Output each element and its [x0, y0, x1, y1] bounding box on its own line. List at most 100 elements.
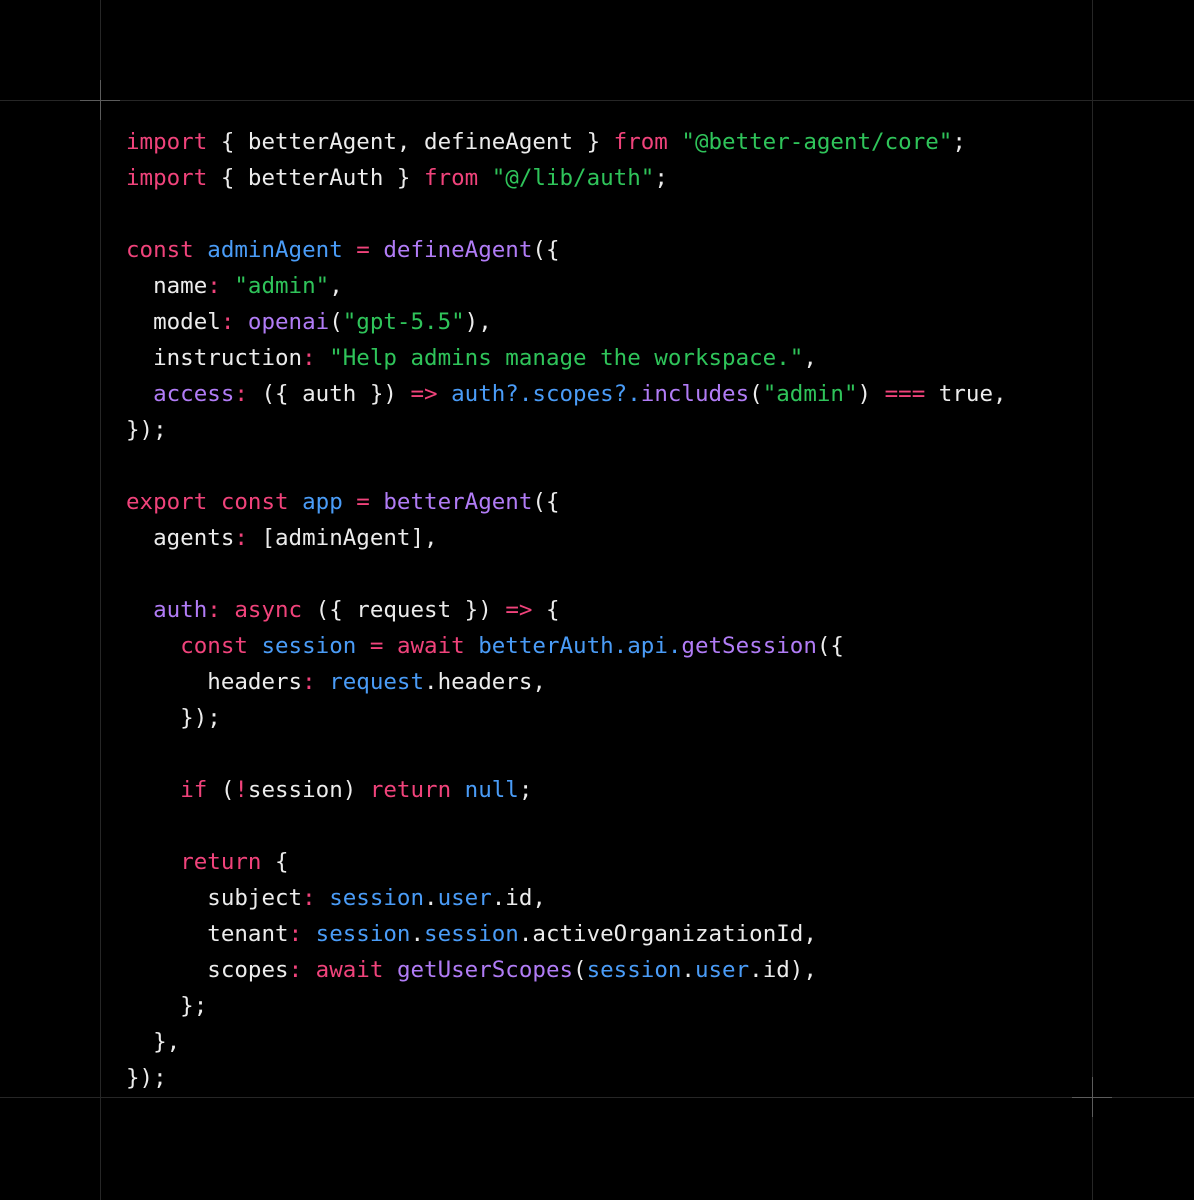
code-line: tenant: session.session.activeOrganizati… — [126, 916, 1076, 952]
code-token-plain: ; — [654, 165, 668, 191]
code-token-keyword: if — [180, 777, 208, 803]
code-token-keyword: = — [356, 237, 370, 263]
code-block: import { betterAgent, defineAgent } from… — [126, 124, 1076, 1096]
code-token-ident: betterAuth.api. — [478, 633, 682, 659]
code-token-string: "Help admins manage the workspace." — [329, 345, 804, 371]
code-token-plain: .id), — [749, 957, 817, 983]
code-token-plain: }); — [126, 1065, 167, 1091]
code-line: }); — [126, 700, 1076, 736]
code-token-keyword: import — [126, 165, 208, 191]
code-token-keyword: => — [410, 381, 438, 407]
code-token-ident: auth?.scopes?. — [451, 381, 641, 407]
code-token-ident: null — [464, 777, 519, 803]
code-line: export const app = betterAgent({ — [126, 484, 1076, 520]
code-token-plain: ; — [518, 777, 533, 803]
code-token-func: defineAgent — [383, 237, 533, 263]
code-token-ident: request — [329, 669, 425, 695]
code-token-plain: }); — [126, 705, 221, 731]
code-line: if (!session) return null; — [126, 772, 1076, 808]
code-token-plain: ) — [857, 381, 885, 407]
code-token-keyword: const — [126, 237, 194, 263]
code-token-keyword: export — [126, 489, 208, 515]
code-token-string: "@/lib/auth" — [491, 165, 655, 191]
code-line: subject: session.user.id, — [126, 880, 1076, 916]
code-line: headers: request.headers, — [126, 664, 1076, 700]
code-line: import { betterAgent, defineAgent } from… — [126, 124, 1076, 160]
code-token-keyword: : — [234, 381, 248, 407]
code-token-plain: instruction — [126, 345, 303, 371]
code-line: }, — [126, 1024, 1076, 1060]
code-token-plain: ({ request }) — [302, 597, 506, 623]
code-token-keyword: = — [356, 489, 370, 515]
code-token-keyword: = — [369, 633, 384, 659]
code-token-plain: , — [329, 273, 343, 299]
code-token-keyword: await — [396, 633, 465, 659]
code-token-func: getUserScopes — [396, 957, 574, 983]
code-line: }); — [126, 1060, 1076, 1096]
code-token-ident: session — [261, 633, 357, 659]
code-token-keyword: from — [424, 165, 479, 191]
code-token-plain: tenant — [126, 921, 289, 947]
code-token-plain: .activeOrganizationId, — [518, 921, 817, 947]
code-token-func: includes — [640, 381, 750, 407]
code-token-keyword: : — [288, 921, 303, 947]
code-token-ident: session — [586, 957, 682, 983]
code-token-ident: session — [424, 921, 519, 947]
code-line: const adminAgent = defineAgent({ — [126, 232, 1076, 268]
code-token-plain: ( — [573, 957, 587, 983]
code-token-keyword: : — [302, 669, 316, 695]
code-token-func: getSession — [681, 633, 817, 659]
code-token-plain: agents — [126, 525, 235, 551]
code-token-plain: ({ — [532, 237, 560, 263]
code-token-plain: ( — [749, 381, 763, 407]
code-token-string: "gpt-5.5" — [342, 309, 465, 335]
code-token-ident: user — [694, 957, 750, 983]
code-token-plain: ; — [952, 129, 966, 155]
code-token-plain: scopes — [126, 957, 289, 983]
code-token-plain: .headers, — [424, 669, 546, 695]
code-line: import { betterAuth } from "@/lib/auth"; — [126, 160, 1076, 196]
code-token-func: auth — [126, 597, 208, 623]
code-token-plain: [adminAgent], — [247, 525, 438, 551]
guide-line-left — [100, 0, 101, 1200]
code-token-plain: ({ auth }) — [247, 381, 411, 407]
code-token-plain: subject — [126, 885, 303, 911]
code-token-keyword: : — [234, 525, 248, 551]
code-token-func: openai — [247, 309, 330, 335]
code-token-ident: user — [437, 885, 492, 911]
code-line: return { — [126, 844, 1076, 880]
code-token-plain: ({ — [816, 633, 844, 659]
code-token-plain: model — [126, 309, 221, 335]
code-token-keyword: const — [180, 633, 248, 659]
code-token-plain: { betterAuth } — [207, 165, 425, 191]
code-token-plain: .id, — [491, 885, 546, 911]
code-line: model: openai("gpt-5.5"), — [126, 304, 1076, 340]
code-line: agents: [adminAgent], — [126, 520, 1076, 556]
code-token-func: access — [126, 381, 235, 407]
code-token-keyword: return — [369, 777, 452, 803]
code-token-plain: . — [681, 957, 695, 983]
code-token-plain: , — [803, 345, 817, 371]
code-token-keyword: === — [884, 381, 926, 407]
code-token-keyword: : — [207, 273, 221, 299]
code-token-keyword: => — [505, 597, 533, 623]
